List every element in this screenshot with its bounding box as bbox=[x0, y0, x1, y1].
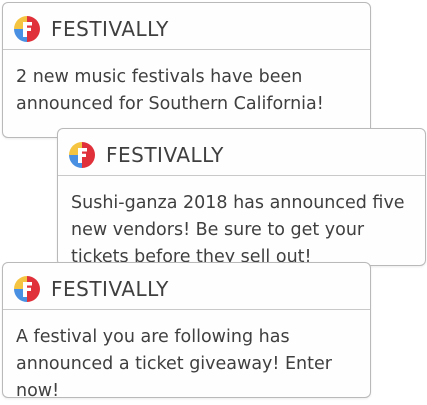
app-name: FESTIVALLY bbox=[51, 277, 169, 301]
notification-message: A festival you are following has announc… bbox=[16, 327, 332, 401]
notification-header: FESTIVALLY bbox=[13, 13, 169, 45]
notification-header: FESTIVALLY bbox=[13, 273, 169, 305]
app-name: FESTIVALLY bbox=[106, 143, 224, 167]
notification-card[interactable]: FESTIVALLY Sushi-ganza 2018 has announce… bbox=[57, 128, 426, 267]
notification-message: 2 new music festivals have been announce… bbox=[16, 67, 324, 114]
festivally-logo-icon bbox=[69, 142, 95, 168]
divider bbox=[3, 309, 370, 310]
app-name: FESTIVALLY bbox=[51, 17, 169, 41]
notification-message: Sushi-ganza 2018 has announced five new … bbox=[71, 193, 405, 267]
notification-card[interactable]: FESTIVALLY 2 new music festivals have be… bbox=[2, 2, 371, 138]
divider bbox=[58, 175, 425, 176]
divider bbox=[3, 49, 370, 50]
notification-card[interactable]: FESTIVALLY A festival you are following … bbox=[2, 262, 371, 401]
festivally-logo-icon bbox=[14, 276, 40, 302]
notification-header: FESTIVALLY bbox=[68, 139, 224, 171]
festivally-logo-icon bbox=[14, 16, 40, 42]
